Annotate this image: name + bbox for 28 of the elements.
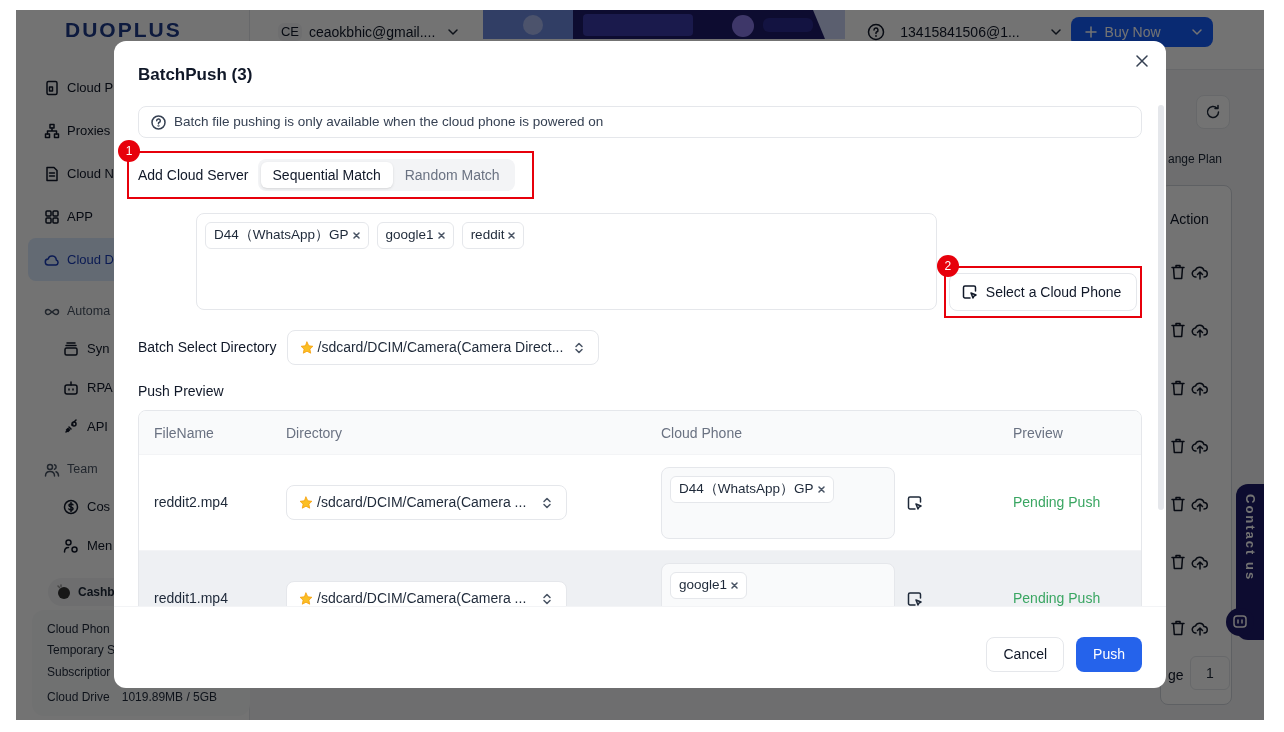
- annotation-badge: 2: [936, 255, 959, 277]
- logo: DUOPLUS: [65, 19, 182, 40]
- table-cell-text: reddit2.mp4: [154, 493, 228, 512]
- annotation-badge: 1: [118, 140, 140, 162]
- column-header: Cloud Phone: [661, 424, 742, 441]
- pagination-label: ge: [1168, 666, 1184, 685]
- column-header: Preview: [1013, 424, 1063, 441]
- field-label: Batch Select Directory: [138, 338, 277, 357]
- phone-tag: D44（WhatsApp）GP: [205, 222, 369, 249]
- phone-tag: D44（WhatsApp）GP: [670, 476, 834, 503]
- usage-label: Cloud Phon: [47, 620, 110, 638]
- dialog-title: BatchPush (3): [138, 64, 253, 86]
- status-text: Pending Push: [1013, 493, 1101, 512]
- phone-tag: google1: [670, 572, 748, 599]
- account-avatar: CE: [278, 23, 302, 41]
- section-title: Push Preview: [138, 382, 224, 401]
- usage-label: Subscriptior: [47, 663, 111, 681]
- phone-tag: reddit: [461, 222, 525, 249]
- phone-tag: google1: [376, 222, 454, 249]
- usage-label: Cloud Drive: [47, 689, 110, 707]
- usage-value: 1019.89MB / 5GB: [121, 689, 218, 707]
- column-header: FileName: [154, 424, 214, 441]
- usage-label: Temporary S: [47, 642, 116, 660]
- field-label: Add Cloud Server: [138, 165, 249, 185]
- column-header: Directory: [286, 424, 342, 441]
- status-text: Pending Push: [1013, 589, 1101, 606]
- column-header: Action: [1170, 210, 1209, 229]
- notice-text: Batch file pushing is only available when the cloud phone is powered on: [174, 112, 604, 131]
